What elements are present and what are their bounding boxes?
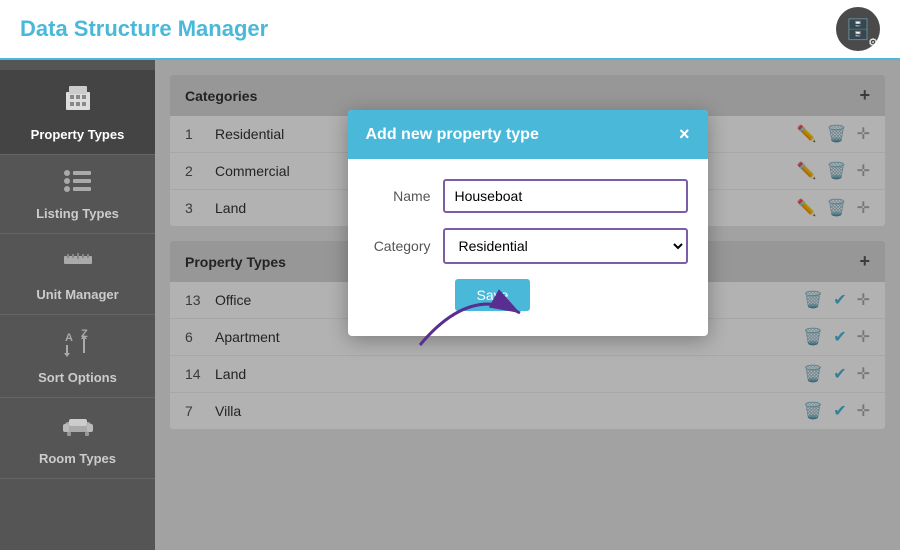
sidebar-item-unit-manager[interactable]: Unit Manager: [0, 234, 155, 315]
svg-text:A: A: [65, 332, 73, 344]
modal-overlay[interactable]: Add new property type × Name Category Re…: [155, 60, 900, 550]
sidebar-label-room-types: Room Types: [39, 451, 116, 466]
couch-icon: [61, 410, 95, 445]
sidebar-label-unit-manager: Unit Manager: [36, 287, 118, 302]
sort-icon: A Z: [62, 327, 94, 364]
sidebar-item-property-types[interactable]: Property Types: [0, 70, 155, 155]
sidebar: Property Types Listing Types: [0, 60, 155, 550]
sidebar-item-sort-options[interactable]: A Z Sort Options: [0, 315, 155, 398]
header-icon: 🗄️ ⚙: [836, 7, 880, 51]
category-label: Category: [368, 238, 443, 254]
name-form-row: Name: [368, 179, 688, 213]
app-title: Data Structure Manager: [20, 16, 268, 42]
sidebar-label-listing-types: Listing Types: [36, 206, 119, 221]
sidebar-label-sort-options: Sort Options: [38, 370, 117, 385]
modal-header: Add new property type ×: [348, 110, 708, 159]
header: Data Structure Manager 🗄️ ⚙: [0, 0, 900, 60]
category-select[interactable]: Residential Commercial Land: [443, 228, 688, 264]
modal-close-button[interactable]: ×: [679, 124, 690, 145]
name-input[interactable]: [443, 179, 688, 213]
building-icon: [62, 82, 94, 121]
modal-body: Name Category Residential Commercial Lan…: [348, 159, 708, 336]
category-form-row: Category Residential Commercial Land: [368, 228, 688, 264]
save-button[interactable]: Save: [455, 279, 531, 311]
sidebar-item-room-types[interactable]: Room Types: [0, 398, 155, 479]
sidebar-label-property-types: Property Types: [31, 127, 125, 142]
gear-icon: ⚙: [868, 36, 878, 49]
content-area: Categories + 1 Residential ✏️ 🗑️ ✛ 2 Com…: [155, 60, 900, 550]
list-icon: [63, 167, 93, 200]
modal-title: Add new property type: [366, 126, 539, 144]
main-layout: Property Types Listing Types: [0, 60, 900, 550]
add-property-type-modal: Add new property type × Name Category Re…: [348, 110, 708, 336]
name-label: Name: [368, 188, 443, 204]
ruler-icon: [62, 246, 94, 281]
sidebar-item-listing-types[interactable]: Listing Types: [0, 155, 155, 234]
